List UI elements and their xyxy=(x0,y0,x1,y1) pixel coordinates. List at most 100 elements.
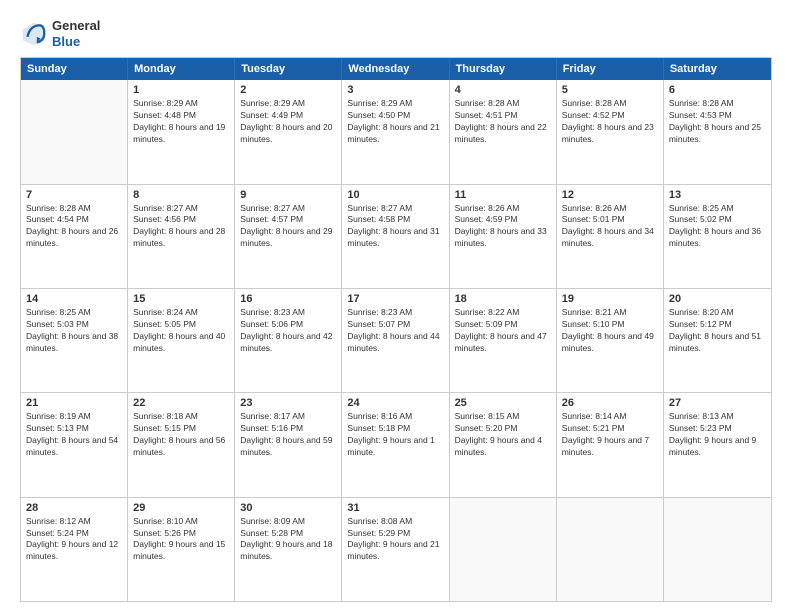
day-number: 27 xyxy=(669,397,766,409)
day-cell-28: 28 Sunrise: 8:12 AMSunset: 5:24 PMDayligh… xyxy=(21,498,128,601)
week-row-3: 14 Sunrise: 8:25 AMSunset: 5:03 PMDayligh… xyxy=(21,288,771,392)
day-info: Sunrise: 8:21 AMSunset: 5:10 PMDaylight:… xyxy=(562,307,658,355)
day-cell-7: 7 Sunrise: 8:28 AMSunset: 4:54 PMDaylight… xyxy=(21,185,128,288)
day-info: Sunrise: 8:25 AMSunset: 5:02 PMDaylight:… xyxy=(669,203,766,251)
logo-icon xyxy=(20,20,48,48)
day-cell-26: 26 Sunrise: 8:14 AMSunset: 5:21 PMDayligh… xyxy=(557,393,664,496)
day-header-monday: Monday xyxy=(128,58,235,80)
day-info: Sunrise: 8:09 AMSunset: 5:28 PMDaylight:… xyxy=(240,516,336,564)
day-cell-30: 30Sunrise: 8:09 AMSunset: 5:28 PMDayligh… xyxy=(235,498,342,601)
day-info: Sunrise: 8:16 AMSunset: 5:18 PMDaylight:… xyxy=(347,411,443,459)
day-cell-16: 16 Sunrise: 8:23 AMSunset: 5:06 PMDayligh… xyxy=(235,289,342,392)
day-cell-11: 11 Sunrise: 8:26 AMSunset: 4:59 PMDayligh… xyxy=(450,185,557,288)
day-number: 22 xyxy=(133,397,229,409)
day-info: Sunrise: 8:28 AMSunset: 4:54 PMDaylight:… xyxy=(26,203,122,251)
week-row-4: 21 Sunrise: 8:19 AMSunset: 5:13 PMDayligh… xyxy=(21,392,771,496)
day-cell-9: 9 Sunrise: 8:27 AMSunset: 4:57 PMDaylight… xyxy=(235,185,342,288)
day-cell-3: 3 Sunrise: 8:29 AMSunset: 4:50 PMDaylight… xyxy=(342,80,449,183)
day-number: 9 xyxy=(240,189,336,201)
day-cell-6: 6 Sunrise: 8:28 AMSunset: 4:53 PMDaylight… xyxy=(664,80,771,183)
day-number: 7 xyxy=(26,189,122,201)
day-number: 8 xyxy=(133,189,229,201)
day-cell-25: 25Sunrise: 8:15 AMSunset: 5:20 PMDayligh… xyxy=(450,393,557,496)
day-number: 15 xyxy=(133,293,229,305)
day-number: 3 xyxy=(347,84,443,96)
day-cell-21: 21 Sunrise: 8:19 AMSunset: 5:13 PMDayligh… xyxy=(21,393,128,496)
day-info: Sunrise: 8:29 AMSunset: 4:49 PMDaylight:… xyxy=(240,98,336,146)
day-number: 20 xyxy=(669,293,766,305)
day-number: 6 xyxy=(669,84,766,96)
day-info: Sunrise: 8:15 AMSunset: 5:20 PMDaylight:… xyxy=(455,411,551,459)
day-number: 16 xyxy=(240,293,336,305)
day-header-wednesday: Wednesday xyxy=(342,58,449,80)
empty-cell xyxy=(21,80,128,183)
day-cell-20: 20 Sunrise: 8:20 AMSunset: 5:12 PMDayligh… xyxy=(664,289,771,392)
day-info: Sunrise: 8:29 AMSunset: 4:48 PMDaylight:… xyxy=(133,98,229,146)
day-info: Sunrise: 8:20 AMSunset: 5:12 PMDaylight:… xyxy=(669,307,766,355)
day-info: Sunrise: 8:28 AMSunset: 4:52 PMDaylight:… xyxy=(562,98,658,146)
day-cell-12: 12 Sunrise: 8:26 AMSunset: 5:01 PMDayligh… xyxy=(557,185,664,288)
day-number: 28 xyxy=(26,502,122,514)
day-cell-18: 18 Sunrise: 8:22 AMSunset: 5:09 PMDayligh… xyxy=(450,289,557,392)
day-number: 10 xyxy=(347,189,443,201)
day-info: Sunrise: 8:17 AMSunset: 5:16 PMDaylight:… xyxy=(240,411,336,459)
day-cell-2: 2 Sunrise: 8:29 AMSunset: 4:49 PMDaylight… xyxy=(235,80,342,183)
day-cell-14: 14 Sunrise: 8:25 AMSunset: 5:03 PMDayligh… xyxy=(21,289,128,392)
day-info: Sunrise: 8:10 AMSunset: 5:26 PMDaylight:… xyxy=(133,516,229,564)
day-info: Sunrise: 8:19 AMSunset: 5:13 PMDaylight:… xyxy=(26,411,122,459)
logo-text: General Blue xyxy=(52,18,100,49)
day-number: 5 xyxy=(562,84,658,96)
day-info: Sunrise: 8:14 AMSunset: 5:21 PMDaylight:… xyxy=(562,411,658,459)
empty-cell xyxy=(557,498,664,601)
day-info: Sunrise: 8:28 AMSunset: 4:53 PMDaylight:… xyxy=(669,98,766,146)
week-row-1: 1 Sunrise: 8:29 AMSunset: 4:48 PMDaylight… xyxy=(21,80,771,183)
day-header-tuesday: Tuesday xyxy=(235,58,342,80)
day-info: Sunrise: 8:08 AMSunset: 5:29 PMDaylight:… xyxy=(347,516,443,564)
day-header-saturday: Saturday xyxy=(664,58,771,80)
day-cell-15: 15Sunrise: 8:24 AMSunset: 5:05 PMDayligh… xyxy=(128,289,235,392)
day-cell-22: 22Sunrise: 8:18 AMSunset: 5:15 PMDayligh… xyxy=(128,393,235,496)
day-number: 18 xyxy=(455,293,551,305)
day-cell-29: 29Sunrise: 8:10 AMSunset: 5:26 PMDayligh… xyxy=(128,498,235,601)
empty-cell xyxy=(664,498,771,601)
day-cell-23: 23 Sunrise: 8:17 AMSunset: 5:16 PMDayligh… xyxy=(235,393,342,496)
day-cell-10: 10Sunrise: 8:27 AMSunset: 4:58 PMDayligh… xyxy=(342,185,449,288)
day-info: Sunrise: 8:23 AMSunset: 5:06 PMDaylight:… xyxy=(240,307,336,355)
day-cell-17: 17 Sunrise: 8:23 AMSunset: 5:07 PMDayligh… xyxy=(342,289,449,392)
day-number: 12 xyxy=(562,189,658,201)
day-cell-5: 5 Sunrise: 8:28 AMSunset: 4:52 PMDaylight… xyxy=(557,80,664,183)
week-row-2: 7 Sunrise: 8:28 AMSunset: 4:54 PMDaylight… xyxy=(21,184,771,288)
day-cell-31: 31 Sunrise: 8:08 AMSunset: 5:29 PMDayligh… xyxy=(342,498,449,601)
day-number: 23 xyxy=(240,397,336,409)
day-header-friday: Friday xyxy=(557,58,664,80)
calendar-header: SundayMondayTuesdayWednesdayThursdayFrid… xyxy=(21,58,771,80)
day-number: 11 xyxy=(455,189,551,201)
day-info: Sunrise: 8:27 AMSunset: 4:57 PMDaylight:… xyxy=(240,203,336,251)
day-number: 26 xyxy=(562,397,658,409)
day-info: Sunrise: 8:26 AMSunset: 4:59 PMDaylight:… xyxy=(455,203,551,251)
day-info: Sunrise: 8:25 AMSunset: 5:03 PMDaylight:… xyxy=(26,307,122,355)
day-number: 21 xyxy=(26,397,122,409)
day-info: Sunrise: 8:12 AMSunset: 5:24 PMDaylight:… xyxy=(26,516,122,564)
header: General Blue xyxy=(20,18,772,49)
day-cell-19: 19 Sunrise: 8:21 AMSunset: 5:10 PMDayligh… xyxy=(557,289,664,392)
day-info: Sunrise: 8:29 AMSunset: 4:50 PMDaylight:… xyxy=(347,98,443,146)
day-info: Sunrise: 8:27 AMSunset: 4:56 PMDaylight:… xyxy=(133,203,229,251)
day-number: 14 xyxy=(26,293,122,305)
day-cell-8: 8 Sunrise: 8:27 AMSunset: 4:56 PMDaylight… xyxy=(128,185,235,288)
day-number: 31 xyxy=(347,502,443,514)
day-number: 1 xyxy=(133,84,229,96)
day-info: Sunrise: 8:22 AMSunset: 5:09 PMDaylight:… xyxy=(455,307,551,355)
day-info: Sunrise: 8:13 AMSunset: 5:23 PMDaylight:… xyxy=(669,411,766,459)
day-number: 2 xyxy=(240,84,336,96)
day-number: 4 xyxy=(455,84,551,96)
day-cell-24: 24Sunrise: 8:16 AMSunset: 5:18 PMDayligh… xyxy=(342,393,449,496)
day-number: 17 xyxy=(347,293,443,305)
day-cell-4: 4Sunrise: 8:28 AMSunset: 4:51 PMDaylight… xyxy=(450,80,557,183)
day-info: Sunrise: 8:23 AMSunset: 5:07 PMDaylight:… xyxy=(347,307,443,355)
day-info: Sunrise: 8:26 AMSunset: 5:01 PMDaylight:… xyxy=(562,203,658,251)
day-header-sunday: Sunday xyxy=(21,58,128,80)
day-number: 13 xyxy=(669,189,766,201)
day-number: 19 xyxy=(562,293,658,305)
logo: General Blue xyxy=(20,18,100,49)
